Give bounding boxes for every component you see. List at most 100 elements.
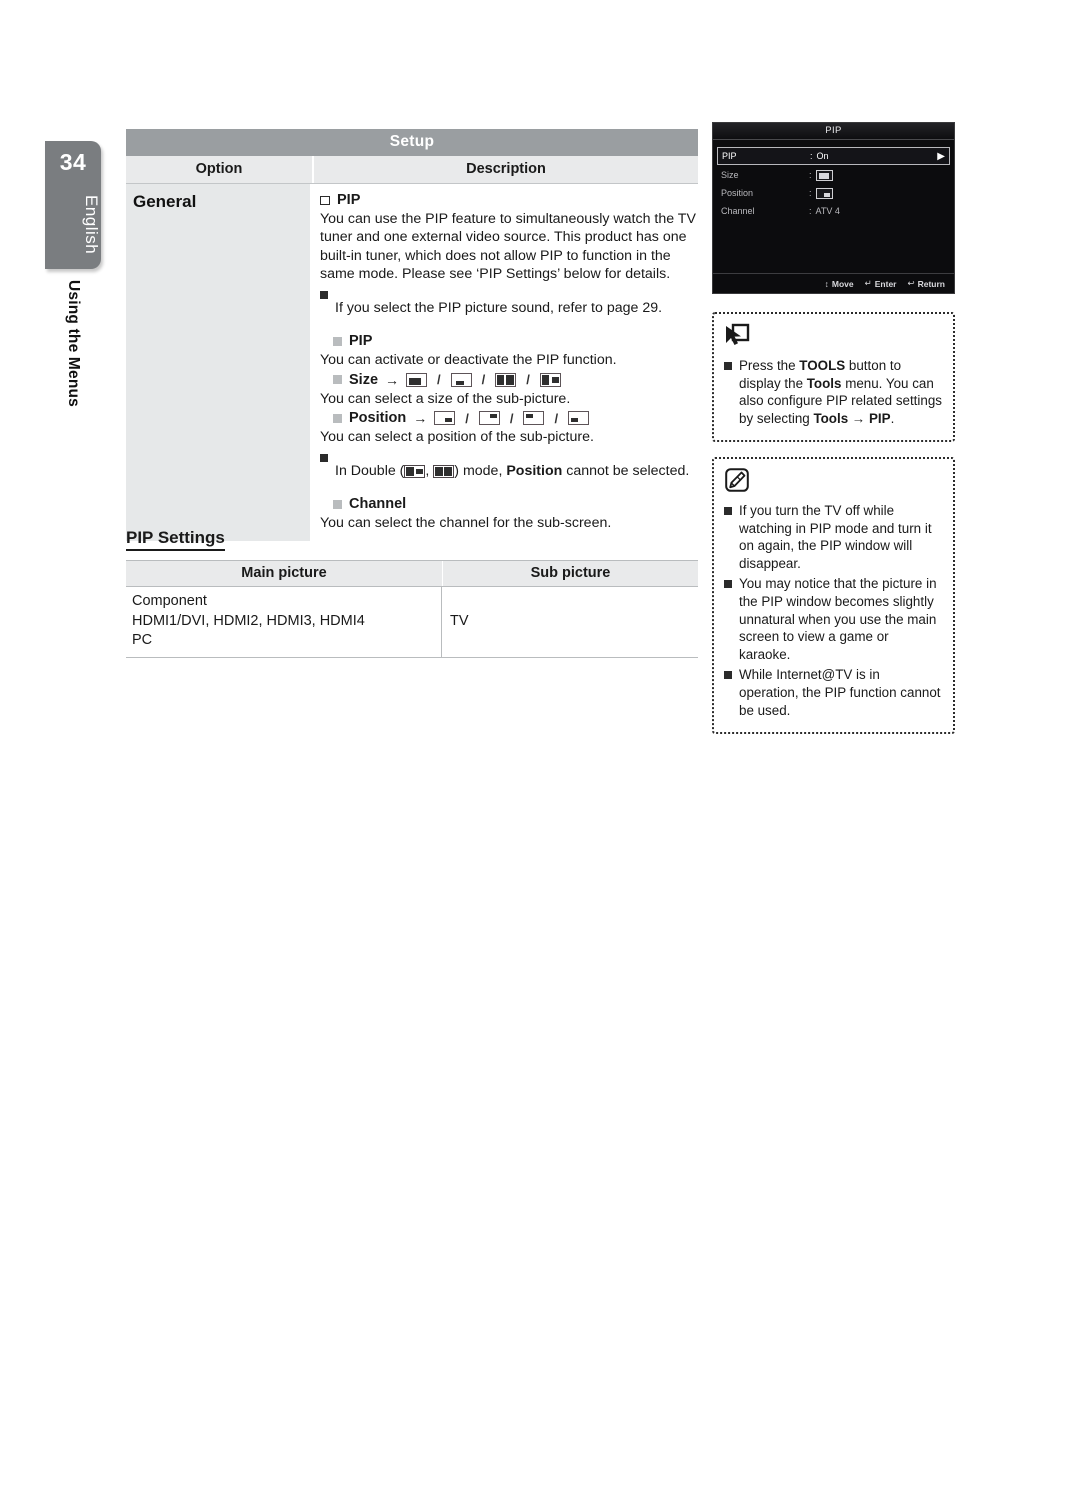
osd-menu-item-pip[interactable]: PIP : On ▶ <box>717 147 950 165</box>
position-icon-bottom-right <box>434 411 456 426</box>
desc-heading-position: Position → / / / <box>320 410 698 426</box>
column-header-main-picture: Main picture <box>126 561 443 586</box>
bullet-square-solid-icon <box>320 290 328 299</box>
slash-separator: / <box>554 410 559 426</box>
desc-note-double-mode: In Double ( , ) mode, Position cannot be… <box>320 448 698 495</box>
desc-note-pip-sound-text: If you select the PIP picture sound, ref… <box>335 299 663 316</box>
double-note-mid: , <box>425 462 434 479</box>
double-note-bold: Position <box>506 462 563 479</box>
osd-hint-move-label: Move <box>831 278 854 289</box>
main-picture-source-2: HDMI1/DVI, HDMI2, HDMI3, HDMI4 <box>132 612 365 629</box>
osd-menu-item-position[interactable]: Position : <box>721 185 946 201</box>
slash-separator: / <box>465 410 469 426</box>
chevron-right-icon[interactable]: ▶ <box>937 151 945 162</box>
cell-sub-picture: TV <box>442 587 698 657</box>
enter-key-icon: ↵ <box>864 278 872 288</box>
note-item: While Internet@TV is in operation, the P… <box>724 666 943 719</box>
pip-settings-header-row: Main picture Sub picture <box>126 560 698 587</box>
bullet-square-solid-icon <box>724 362 732 370</box>
note-item: If you turn the TV off while watching in… <box>724 502 943 572</box>
option-cell-general: General <box>126 184 312 541</box>
position-icon-bottom-left <box>568 411 590 426</box>
desc-paragraph-pip: You can use the PIP feature to simultane… <box>320 211 696 283</box>
osd-position-icon-bottom-right <box>815 187 833 199</box>
osd-menu-item-channel[interactable]: Channel : ATV 4 <box>721 203 946 219</box>
column-header-sub-picture: Sub picture <box>530 565 611 581</box>
setup-table-title: Setup <box>126 129 698 156</box>
osd-item-value: : <box>809 169 946 181</box>
tools-bold-2: Tools <box>806 375 842 391</box>
osd-footer-hints: ↕ Move ↵ Enter ↩ Return <box>713 273 954 293</box>
tools-bold-4: PIP <box>869 410 891 426</box>
desc-note-double-mode-text: In Double ( , ) mode, Position cannot be… <box>335 462 689 480</box>
note-item: You may notice that the picture in the P… <box>724 575 943 663</box>
desc-heading-position-label: Position <box>349 410 407 427</box>
note-pencil-icon <box>725 468 943 497</box>
bullet-square-solid-icon <box>724 507 732 515</box>
desc-heading-channel: Channel <box>320 496 698 512</box>
position-icon-top-right <box>478 411 500 426</box>
bullet-square-grey-icon <box>333 336 342 346</box>
osd-title: PIP <box>713 123 954 140</box>
bullet-square-solid-icon <box>320 453 328 462</box>
pip-settings-title: PIP Settings <box>126 528 225 551</box>
column-header-option: Option <box>126 156 314 183</box>
size-icon-small <box>450 372 472 387</box>
note-item-text: If you turn the TV off while watching in… <box>739 503 932 571</box>
note-item-text: You may notice that the picture in the P… <box>739 576 937 662</box>
sub-picture-source: TV <box>450 612 469 629</box>
osd-colon: : <box>810 151 813 161</box>
slash-separator: / <box>437 372 441 388</box>
osd-menu-list: PIP : On ▶ Size : Position : Channel: A… <box>713 140 954 219</box>
desc-paragraph-sub-pip: You can activate or deactivate the PIP f… <box>320 352 617 369</box>
bullet-square-grey-icon <box>333 375 342 385</box>
desc-paragraph-size: You can select a size of the sub-picture… <box>320 390 571 407</box>
double-mode-icon-split <box>433 464 455 478</box>
slash-separator: / <box>526 372 530 388</box>
pip-settings-section: PIP Settings Main picture Sub picture Co… <box>126 528 698 658</box>
slash-separator: / <box>481 372 486 388</box>
desc-heading-pip: PIP <box>320 192 698 208</box>
arrow-glyph: → <box>413 410 428 427</box>
tools-bold-1: TOOLS <box>799 358 846 373</box>
tools-bold-3: Tools <box>813 410 849 426</box>
arrow-glyph: → <box>385 371 400 388</box>
osd-hint-return: ↩ Return <box>907 278 945 289</box>
note-item-text: While Internet@TV is in operation, the P… <box>739 667 941 718</box>
osd-hint-enter-label: Enter <box>874 278 897 289</box>
osd-item-label: PIP <box>722 151 737 161</box>
osd-item-value: : <box>809 187 946 199</box>
desc-note-pip-sound: If you select the PIP picture sound, ref… <box>320 285 698 332</box>
bullet-square-grey-icon <box>333 413 342 423</box>
bullet-square-solid-icon <box>724 580 732 589</box>
double-mode-icon-wide <box>404 464 426 478</box>
tools-text-4: . <box>890 410 895 426</box>
osd-hint-return-label: Return <box>917 278 945 289</box>
osd-size-icon-large <box>815 169 833 181</box>
osd-item-value: : ATV 4 <box>809 206 946 216</box>
double-note-pre: In Double ( <box>335 462 405 479</box>
osd-hint-move: ↕ Move <box>825 279 854 289</box>
up-down-arrow-icon: ↕ <box>824 278 829 289</box>
tools-arrow: → <box>848 410 869 426</box>
setup-table-header-row: Option Description <box>126 156 698 184</box>
osd-colon: : <box>809 188 812 198</box>
tools-callout-text: Press the TOOLS button to display the To… <box>739 357 943 427</box>
desc-paragraph-position: You can select a position of the sub-pic… <box>320 429 594 446</box>
osd-item-label: Position <box>721 188 754 198</box>
page-number: 34 <box>59 149 87 175</box>
osd-colon: : <box>809 170 812 180</box>
column-header-description: Description <box>466 161 546 177</box>
setup-table: Setup Option Description General PIP You… <box>126 129 698 541</box>
double-note-end: cannot be selected. <box>562 462 690 479</box>
page-language-label: English <box>82 195 101 255</box>
osd-value-text: On <box>816 151 829 161</box>
page-tab: 34 English <box>45 141 101 269</box>
osd-pip-menu-screenshot: PIP PIP : On ▶ Size : Position : Channel… <box>712 122 955 294</box>
slash-separator: / <box>509 410 514 426</box>
osd-menu-item-size[interactable]: Size : <box>721 167 946 183</box>
position-icon-top-left <box>523 411 545 426</box>
cell-main-picture: Component HDMI1/DVI, HDMI2, HDMI3, HDMI4… <box>126 587 442 657</box>
size-icon-double-wide <box>495 372 517 387</box>
tools-callout-line: Press the TOOLS button to display the To… <box>724 357 943 427</box>
